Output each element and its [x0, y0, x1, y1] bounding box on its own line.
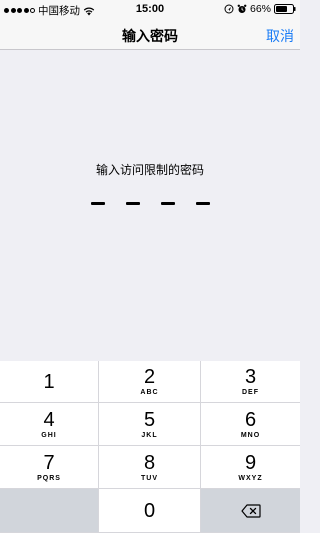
key-7[interactable]: 7 PQRS	[0, 446, 99, 489]
key-0[interactable]: 0	[99, 489, 201, 533]
key-1[interactable]: 1	[0, 361, 99, 403]
key-3[interactable]: 3 DEF	[201, 361, 300, 403]
key-letters: JKL	[141, 431, 158, 439]
key-digit: 0	[143, 499, 156, 522]
key-5[interactable]: 5 JKL	[99, 403, 201, 446]
key-digit: 3	[244, 366, 257, 388]
status-right: 66%	[224, 3, 296, 15]
passcode-slot	[160, 202, 175, 205]
status-bar: 中国移动 15:00 66%	[0, 0, 300, 20]
battery-icon	[274, 4, 296, 14]
key-letters: PQRS	[37, 474, 61, 482]
key-letters: TUV	[141, 474, 158, 482]
key-4[interactable]: 4 GHI	[0, 403, 99, 446]
key-8[interactable]: 8 TUV	[99, 446, 201, 489]
passcode-slot	[90, 202, 105, 205]
key-digit: 8	[143, 451, 156, 474]
key-letters: DEF	[242, 389, 259, 396]
key-blank	[0, 489, 99, 533]
cancel-button[interactable]: 取消	[266, 26, 294, 46]
key-letters: ABC	[140, 389, 159, 396]
key-digit: 2	[143, 366, 156, 388]
backspace-icon	[240, 503, 261, 518]
number-keypad: 1 2 ABC 3 DEF 4 GHI 5 JKL 6 MNO 7 PQRS 8…	[0, 361, 300, 533]
key-letters: MNO	[240, 431, 261, 439]
navigation-bar: 输入密码 取消	[0, 20, 300, 50]
alarm-icon	[237, 4, 247, 13]
passcode-prompt: 输入访问限制的密码	[95, 163, 204, 177]
passcode-field	[0, 202, 300, 205]
key-digit: 4	[43, 408, 55, 431]
battery-percentage: 66%	[249, 3, 271, 15]
key-letters: GHI	[41, 431, 57, 439]
key-digit: 6	[244, 408, 257, 431]
key-digit: 9	[244, 451, 257, 474]
key-digit: 5	[143, 408, 156, 431]
key-digit: 1	[43, 370, 55, 393]
key-letters: WXYZ	[238, 474, 263, 482]
delete-button[interactable]	[201, 489, 300, 533]
key-digit: 7	[43, 451, 55, 474]
passcode-slot	[195, 202, 210, 205]
location-icon	[224, 4, 234, 14]
key-6[interactable]: 6 MNO	[201, 403, 300, 446]
passcode-slot	[125, 202, 140, 205]
page-title: 输入密码	[122, 28, 178, 44]
key-2[interactable]: 2 ABC	[99, 361, 201, 403]
key-9[interactable]: 9 WXYZ	[201, 446, 300, 489]
